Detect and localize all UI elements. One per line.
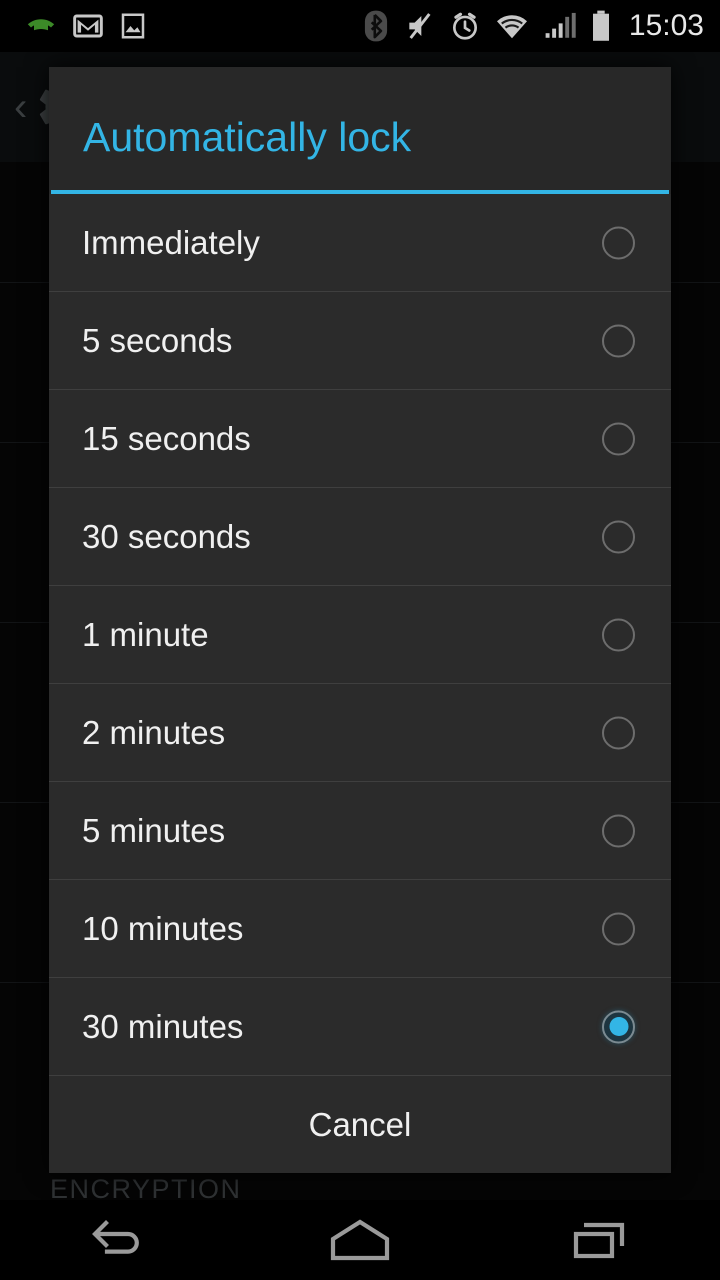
option-label: 1 minute <box>82 615 209 653</box>
option-row-5-minutes[interactable]: 5 minutes <box>49 782 671 880</box>
option-label: 2 minutes <box>82 713 226 751</box>
option-label: 30 minutes <box>82 1007 244 1045</box>
automatically-lock-dialog: Automatically lock Immediately 5 seconds… <box>49 67 671 1173</box>
option-label: 5 minutes <box>82 811 226 849</box>
option-row-10-minutes[interactable]: 10 minutes <box>49 880 671 978</box>
background-section-header: ENCRYPTION <box>50 1174 242 1200</box>
radio-button-immediately[interactable] <box>602 226 635 259</box>
status-bar-notification-icons <box>0 9 148 43</box>
recent-apps-icon <box>572 1218 628 1262</box>
option-row-30-seconds[interactable]: 30 seconds <box>49 488 671 586</box>
option-label: 10 minutes <box>82 909 244 947</box>
nav-back-button[interactable] <box>0 1200 240 1280</box>
cancel-button-label: Cancel <box>308 1105 412 1143</box>
radio-button-1-minute[interactable] <box>602 618 635 651</box>
option-row-15-seconds[interactable]: 15 seconds <box>49 390 671 488</box>
dialog-title: Automatically lock <box>83 114 412 160</box>
home-icon <box>329 1218 391 1262</box>
radio-button-30-minutes[interactable] <box>602 1010 635 1043</box>
background-back-chevron-icon: ‹ <box>14 85 28 129</box>
alarm-clock-icon <box>449 10 481 42</box>
radio-button-30-seconds[interactable] <box>602 520 635 553</box>
mute-speaker-icon <box>404 10 436 42</box>
option-label: 5 seconds <box>82 321 233 359</box>
nav-recents-button[interactable] <box>480 1200 720 1280</box>
radio-button-5-minutes[interactable] <box>602 814 635 847</box>
device-screen: ‹ ENCRYPTION 15:03 Automatically lock Im… <box>0 0 720 1280</box>
option-row-1-minute[interactable]: 1 minute <box>49 586 671 684</box>
option-row-immediately[interactable]: Immediately <box>49 194 671 292</box>
status-bar-system-icons: 15:03 <box>361 9 720 43</box>
option-label: Immediately <box>82 223 260 261</box>
lock-timeout-options-list[interactable]: Immediately 5 seconds 15 seconds 30 seco… <box>49 194 671 1076</box>
bluetooth-icon <box>361 10 391 42</box>
option-label: 30 seconds <box>82 517 251 555</box>
option-row-2-minutes[interactable]: 2 minutes <box>49 684 671 782</box>
option-label: 15 seconds <box>82 419 251 457</box>
gmail-icon <box>72 10 104 42</box>
cancel-button[interactable]: Cancel <box>49 1076 671 1173</box>
back-arrow-icon <box>90 1217 150 1263</box>
wifi-icon <box>494 11 530 41</box>
screenshot-image-icon <box>118 11 148 41</box>
status-bar: 15:03 <box>0 0 720 52</box>
status-bar-clock: 15:03 <box>628 9 704 42</box>
radio-button-5-seconds[interactable] <box>602 324 635 357</box>
option-row-5-seconds[interactable]: 5 seconds <box>49 292 671 390</box>
radio-button-10-minutes[interactable] <box>602 912 635 945</box>
system-navigation-bar <box>0 1200 720 1280</box>
radio-button-2-minutes[interactable] <box>602 716 635 749</box>
radio-button-15-seconds[interactable] <box>602 422 635 455</box>
option-row-30-minutes[interactable]: 30 minutes <box>49 978 671 1076</box>
nav-home-button[interactable] <box>240 1200 480 1280</box>
battery-icon <box>590 10 612 42</box>
call-icon <box>24 9 58 43</box>
cellular-signal-icon <box>543 11 577 41</box>
